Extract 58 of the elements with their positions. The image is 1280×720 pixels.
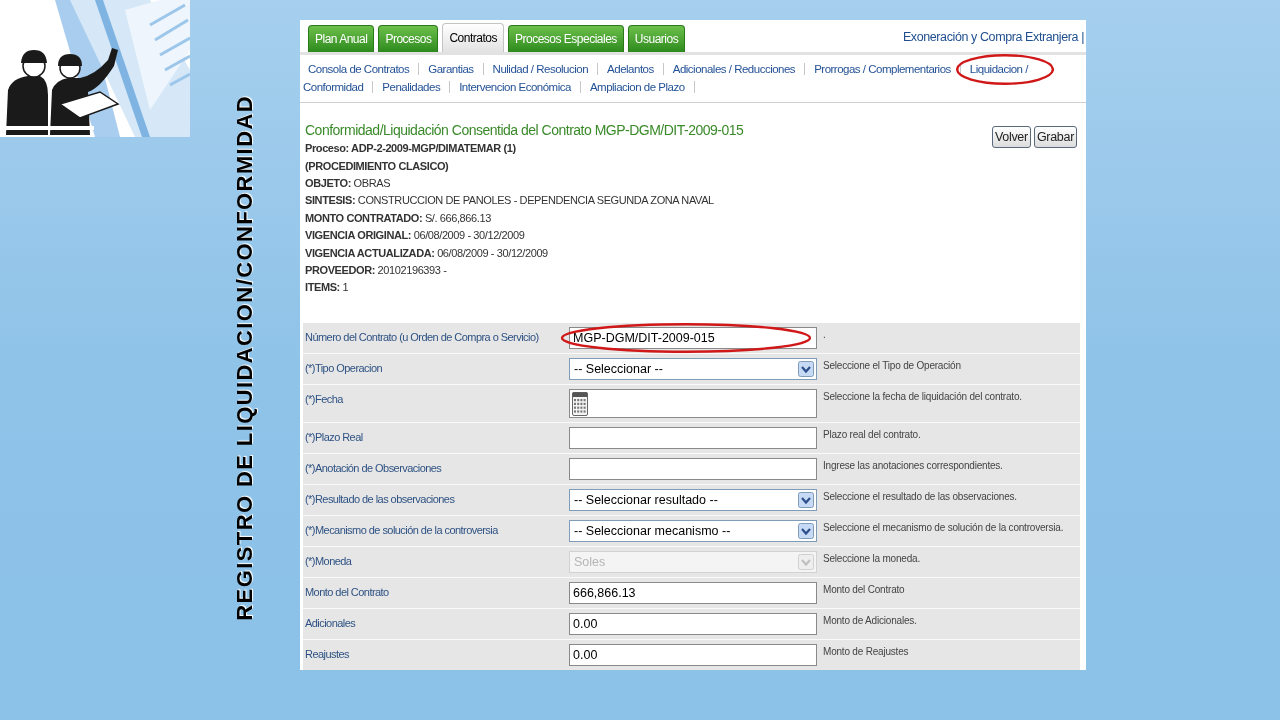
field-hint: . xyxy=(822,328,827,341)
subnav-link[interactable]: Ampliacion de Plazo xyxy=(589,80,685,93)
subnav-link[interactable]: Garantias xyxy=(428,62,474,75)
select-field[interactable]: -- Seleccionar -- xyxy=(569,358,817,380)
field-hint: Seleccione el resultado de las observaciones. xyxy=(822,490,1018,503)
page-title: Conformidad/Liquidación Consentida del Contrato MGP-DGM/DIT-2009-015 xyxy=(305,121,744,141)
field-label: (*)Tipo Operacion xyxy=(304,361,384,375)
text-input[interactable]: 0.00 xyxy=(569,613,817,635)
slide-title: REGISTRO DE LIQUIDACION/CONFORMIDAD xyxy=(233,95,257,621)
text-input[interactable]: 0.00 xyxy=(569,644,817,666)
field-hint: Seleccione el Tipo de Operación xyxy=(822,359,962,372)
field-hint: Plazo real del contrato. xyxy=(822,428,922,441)
action-button[interactable]: Grabar xyxy=(1033,126,1077,149)
subnav-link[interactable]: Conformidad xyxy=(303,80,364,93)
select-field[interactable]: -- Seleccionar resultado -- xyxy=(569,489,817,511)
field-label: Monto del Contrato xyxy=(304,585,390,599)
text-input[interactable]: 666,866.13 xyxy=(569,582,817,604)
info-line: SINTESIS: CONSTRUCCION DE PANOLES - DEPENDENCIA SEGUNDA ZONA NAVAL xyxy=(305,193,715,209)
top-link[interactable]: Exoneración y Compra Extranjera | xyxy=(902,28,1084,48)
field-label: Adicionales xyxy=(304,616,357,630)
field-hint: Ingrese las anotaciones correspondientes. xyxy=(822,459,1004,472)
field-hint: Monto del Contrato xyxy=(822,583,906,596)
field-hint: Monto de Reajustes xyxy=(822,645,910,658)
field-label: (*)Fecha xyxy=(304,392,345,406)
text-input[interactable]: MGP-DGM/DIT-2009-015 xyxy=(569,327,817,349)
field-hint: Monto de Adicionales. xyxy=(822,614,918,627)
info-line: VIGENCIA ORIGINAL: 06/08/2009 - 30/12/2009 xyxy=(305,228,526,244)
calendar-icon[interactable] xyxy=(572,391,588,416)
subnav-link[interactable]: Penalidades xyxy=(382,80,441,93)
nav-tab[interactable]: Contratos xyxy=(442,22,504,52)
info-line: (PROCEDIMIENTO CLASICO) xyxy=(305,158,450,174)
field-hint: Seleccione la fecha de liquidación del contrato. xyxy=(822,390,1023,403)
subnav-link[interactable]: Nulidad / Resolucion xyxy=(492,62,589,75)
field-label: Reajustes xyxy=(304,647,350,661)
subnav-link[interactable]: Intervencion Económica xyxy=(459,80,571,93)
select-field[interactable]: -- Seleccionar mecanismo -- xyxy=(569,520,817,542)
subnav-link[interactable]: Adicionales / Reducciones xyxy=(672,62,796,75)
info-line: Proceso: ADP-2-2009-MGP/DIMATEMAR (1) xyxy=(305,141,517,157)
info-line: ITEMS: 1 xyxy=(305,280,350,296)
field-hint: Seleccione el mecanismo de solución de la controversia. xyxy=(822,521,1065,534)
text-input[interactable] xyxy=(569,458,817,480)
field-label: (*)Resultado de las observaciones xyxy=(304,492,456,506)
subnav-link[interactable]: Adelantos xyxy=(607,62,654,75)
action-button[interactable]: Volver xyxy=(991,126,1031,149)
field-hint: Seleccione la moneda. xyxy=(822,552,921,565)
info-line: VIGENCIA ACTUALIZADA: 06/08/2009 - 30/12/2009 xyxy=(305,245,549,261)
field-label: (*)Plazo Real xyxy=(304,430,364,444)
field-label: (*)Moneda xyxy=(304,554,353,568)
field-label: Número del Contrato (u Orden de Compra o Servicio) xyxy=(304,330,540,344)
text-input[interactable] xyxy=(569,427,817,449)
date-field[interactable] xyxy=(569,389,817,418)
info-line: OBJETO: OBRAS xyxy=(305,175,392,191)
field-label: (*)Anotación de Observaciones xyxy=(304,461,443,475)
info-line: MONTO CONTRATADO: S/. 666,866.13 xyxy=(305,210,492,226)
info-line: PROVEEDOR: 20102196393 - xyxy=(305,263,448,278)
field-label: (*)Mecanismo de solución de la controversia xyxy=(304,523,500,537)
subnav-link[interactable]: Consola de Contratos xyxy=(308,62,410,75)
subnav-link[interactable]: Prorrogas / Complementarios xyxy=(814,62,951,75)
